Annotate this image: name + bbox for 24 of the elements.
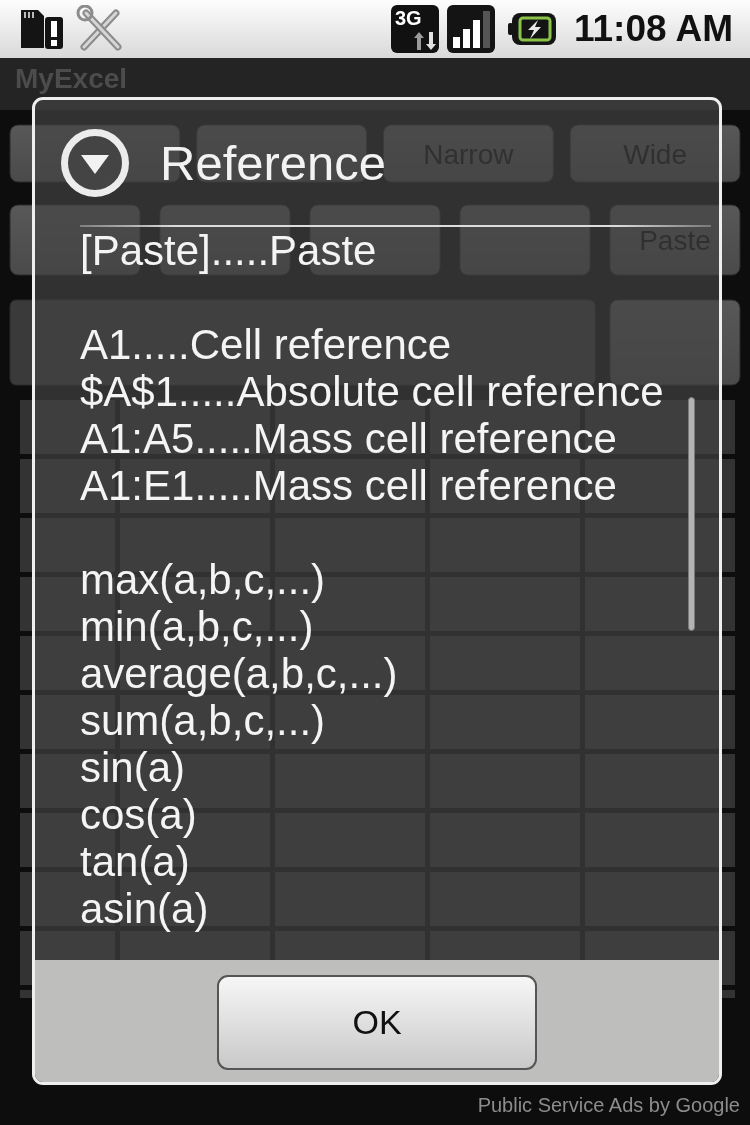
battery-charging-icon xyxy=(507,13,556,45)
reference-line: [Paste].....Paste xyxy=(80,227,377,274)
reference-line: A1:A5.....Mass cell reference xyxy=(80,415,617,462)
reference-line: average(a,b,c,...) xyxy=(80,650,398,697)
reference-line: $A$1.....Absolute cell reference xyxy=(80,368,664,415)
ad-label[interactable]: Public Service Ads by Google xyxy=(477,1093,740,1117)
reference-line: A1.....Cell reference xyxy=(80,321,452,368)
toolbar-button[interactable] xyxy=(459,204,591,276)
dropdown-circle-icon xyxy=(61,128,129,197)
reference-line: A1:E1.....Mass cell reference xyxy=(80,462,617,509)
network-type: 3G xyxy=(394,7,422,29)
reference-line: min(a,b,c,...) xyxy=(80,603,314,650)
ok-button[interactable]: OK xyxy=(217,975,537,1070)
signal-bars-icon xyxy=(446,5,495,53)
reference-line: tan(a) xyxy=(80,838,190,885)
sd-card-alert-icon xyxy=(18,8,66,50)
data-arrows-icon xyxy=(413,32,436,50)
reference-line: asin(a) xyxy=(80,885,209,932)
reference-line: max(a,b,c,...) xyxy=(80,556,326,603)
clock-time: 11:08 AM xyxy=(573,8,733,50)
scrollbar[interactable] xyxy=(688,397,695,631)
reference-line: cos(a) xyxy=(80,791,197,838)
reference-line: sum(a,b,c,...) xyxy=(80,697,326,744)
reference-line: sin(a) xyxy=(80,744,186,791)
